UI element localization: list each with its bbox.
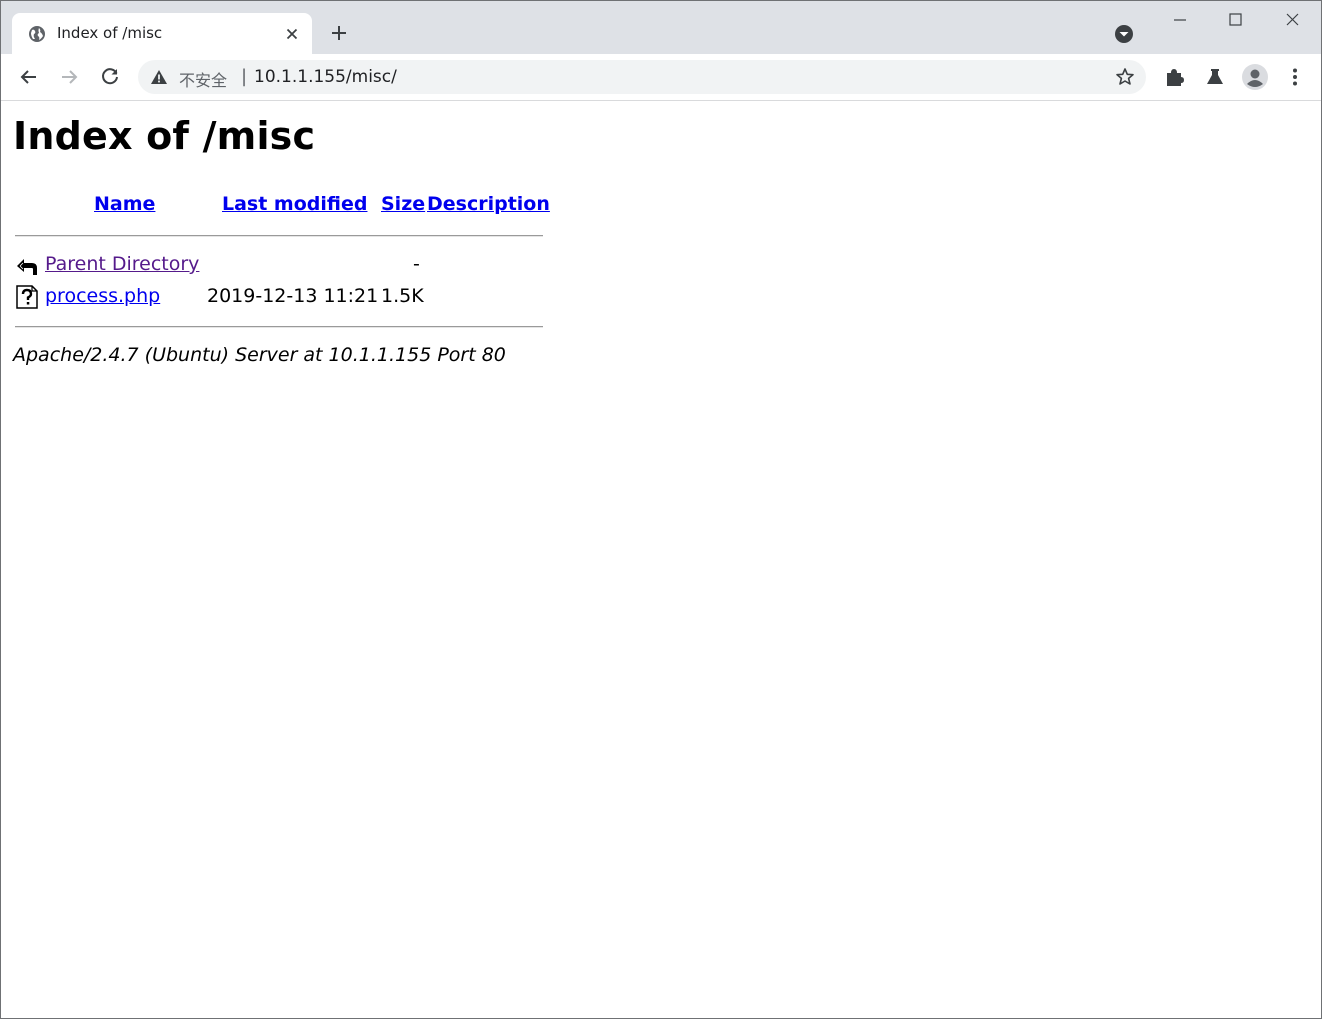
- star-icon[interactable]: [1114, 66, 1136, 88]
- sort-by-size-link[interactable]: Size: [381, 193, 425, 215]
- header-divider: [15, 235, 543, 237]
- browser-window: Index of /misc 不安全 | 10.1.1.155/misc/ In…: [0, 0, 1322, 1019]
- labs-flask-icon[interactable]: [1202, 64, 1228, 90]
- browser-toolbar: 不安全 | 10.1.1.155/misc/: [1, 54, 1321, 101]
- maximize-icon[interactable]: [1213, 7, 1259, 37]
- minimize-icon[interactable]: [1157, 7, 1203, 37]
- tab-active[interactable]: Index of /misc: [12, 13, 312, 54]
- unknown-file-icon: [16, 285, 38, 309]
- page-content: Index of /misc Name Last modified Size D…: [1, 101, 1321, 1018]
- parent-directory-link[interactable]: Parent Directory: [45, 253, 199, 275]
- table-row-last-modified: 2019-12-13 11:21: [207, 285, 379, 307]
- back-folder-icon: [17, 259, 37, 275]
- file-link-process-php[interactable]: process.php: [45, 285, 160, 307]
- extensions-icon[interactable]: [1162, 64, 1188, 90]
- reload-icon[interactable]: [97, 64, 123, 90]
- address-bar[interactable]: 不安全 | 10.1.1.155/misc/: [138, 60, 1146, 94]
- sort-by-description-link[interactable]: Description: [427, 193, 550, 215]
- forward-icon[interactable]: [56, 64, 82, 90]
- sort-by-name-link[interactable]: Name: [94, 193, 155, 215]
- table-row-size: -: [413, 253, 420, 275]
- table-row-size: 1.5K: [381, 285, 424, 307]
- sort-by-last-modified-link[interactable]: Last modified: [222, 193, 367, 215]
- close-window-icon[interactable]: [1269, 7, 1315, 37]
- close-icon[interactable]: [283, 25, 301, 43]
- security-status-label[interactable]: 不安全: [179, 67, 227, 91]
- plus-icon[interactable]: [328, 22, 350, 44]
- footer-divider: [15, 326, 543, 328]
- omnibox-separator: |: [241, 66, 248, 87]
- more-menu-icon[interactable]: [1282, 64, 1308, 90]
- globe-icon: [29, 26, 45, 42]
- tab-search-icon[interactable]: [1113, 23, 1135, 45]
- tab-title: Index of /misc: [57, 24, 163, 42]
- server-signature: Apache/2.4.7 (Ubuntu) Server at 10.1.1.1…: [13, 344, 506, 366]
- tab-strip: Index of /misc: [1, 1, 1321, 54]
- profile-avatar-icon[interactable]: [1241, 63, 1269, 91]
- url-text[interactable]: 10.1.1.155/misc/: [254, 67, 397, 87]
- page-title: Index of /misc: [13, 114, 316, 158]
- warning-icon[interactable]: [150, 68, 168, 86]
- back-icon[interactable]: [16, 64, 42, 90]
